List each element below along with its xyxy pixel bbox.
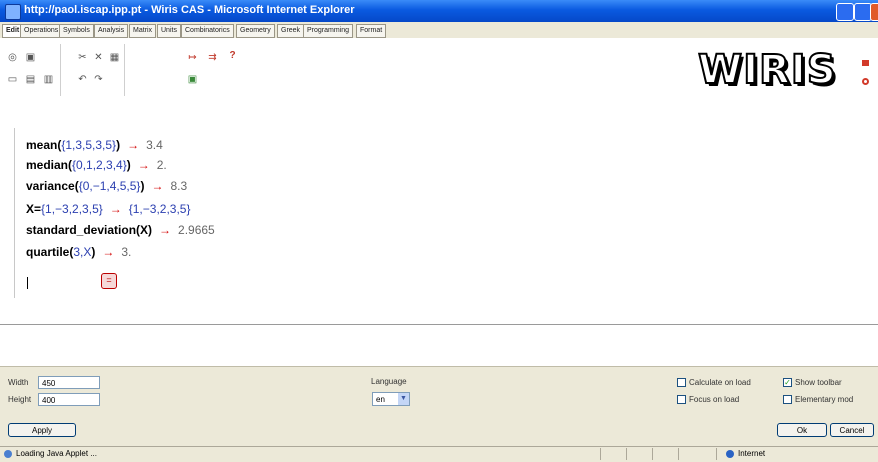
status-separator bbox=[600, 448, 601, 460]
expression-line[interactable]: X={1,−3,2,3,5} → {1,−3,2,3,5} bbox=[26, 200, 190, 218]
block-bracket bbox=[14, 128, 18, 298]
arrow-icon: → bbox=[159, 223, 172, 237]
expression-line[interactable]: median({0,1,2,3,4}) → 2. bbox=[26, 156, 167, 174]
ie-page-icon bbox=[4, 450, 12, 458]
chevron-down-icon: ▼ bbox=[398, 393, 409, 405]
tab-geometry[interactable]: Geometry bbox=[236, 24, 275, 38]
preview-icon[interactable]: ▥ bbox=[42, 74, 55, 86]
print-icon[interactable]: ▤ bbox=[24, 74, 37, 86]
tab-format[interactable]: Format bbox=[356, 24, 387, 38]
cut-icon[interactable]: ✂ bbox=[76, 52, 89, 64]
tab-matrix[interactable]: Matrix bbox=[129, 24, 157, 38]
globe-icon bbox=[726, 450, 734, 458]
calculate-button[interactable]: = bbox=[101, 273, 117, 289]
expression-line[interactable]: mean({1,3,5,3,5}) → 3.4 bbox=[26, 136, 163, 154]
tab-programming[interactable]: Programming bbox=[303, 24, 354, 38]
arrow-icon: → bbox=[102, 245, 115, 259]
expression-line[interactable]: variance({0,−1,4,5,5}) → 8.3 bbox=[26, 177, 187, 195]
save-icon[interactable]: ▣ bbox=[24, 52, 37, 64]
status-separator bbox=[652, 448, 653, 460]
width-label: Width bbox=[8, 378, 29, 387]
calculate-all-icon[interactable]: ⇉ bbox=[206, 52, 219, 64]
block-icon[interactable]: ▣ bbox=[186, 74, 199, 86]
toolbar-separator bbox=[60, 44, 61, 96]
arrow-icon: → bbox=[109, 202, 122, 216]
help-icon[interactable]: ? bbox=[226, 50, 239, 62]
tab-operations[interactable]: Operations bbox=[20, 24, 63, 38]
calculate-on-load-checkbox[interactable] bbox=[677, 378, 686, 387]
zone-text: Internet bbox=[738, 449, 766, 458]
status-text: Loading Java Applet ... bbox=[16, 449, 97, 458]
calculate-on-load-label: Calculate on load bbox=[689, 378, 751, 387]
show-toolbar-checkbox[interactable]: ✓ bbox=[783, 378, 792, 387]
height-label: Height bbox=[8, 395, 32, 404]
window-title: http://paol.iscap.ipp.pt - Wiris CAS - M… bbox=[24, 4, 355, 16]
tab-combinatorics[interactable]: Combinatorics bbox=[181, 24, 234, 38]
status-bar: Loading Java Applet ... Internet bbox=[0, 446, 878, 462]
status-separator bbox=[678, 448, 679, 460]
arrow-icon: → bbox=[127, 138, 140, 152]
result-value: 2. bbox=[156, 158, 167, 172]
arrow-icon: → bbox=[151, 179, 164, 193]
show-toolbar-label: Show toolbar bbox=[795, 378, 842, 387]
cancel-button[interactable]: Cancel bbox=[830, 423, 874, 437]
redo-icon[interactable]: ↷ bbox=[92, 74, 105, 86]
wiris-logo-mark bbox=[862, 60, 870, 86]
title-bar: http://paol.iscap.ipp.pt - Wiris CAS - M… bbox=[0, 0, 878, 22]
close-button[interactable] bbox=[870, 3, 878, 21]
result-value: 8.3 bbox=[170, 179, 188, 193]
language-label: Language bbox=[371, 377, 407, 386]
expression-line[interactable]: quartile(3,X) → 3. bbox=[26, 243, 131, 261]
language-select[interactable]: en ▼ bbox=[372, 392, 410, 406]
width-field[interactable]: 450 bbox=[38, 376, 100, 389]
tab-greek[interactable]: Greek bbox=[277, 24, 305, 38]
settings-panel: Width 450 Height 400 Language en ▼ Calcu… bbox=[0, 366, 878, 447]
undo-icon[interactable]: ↶ bbox=[76, 74, 89, 86]
arrow-icon: → bbox=[137, 158, 150, 172]
minimize-button[interactable] bbox=[836, 3, 854, 21]
result-value: {1,−3,2,3,5} bbox=[128, 202, 191, 216]
ok-button[interactable]: Ok bbox=[777, 423, 827, 437]
tab-symbols[interactable]: Symbols bbox=[59, 24, 94, 38]
status-separator bbox=[626, 448, 627, 460]
expression-line[interactable]: standard_deviation(X) → 2.9665 bbox=[26, 221, 215, 239]
wiris-logo: WIRIS bbox=[697, 47, 837, 93]
toolbar-separator bbox=[124, 44, 125, 96]
copy-icon[interactable]: ▦ bbox=[108, 52, 121, 64]
status-separator bbox=[716, 448, 717, 460]
text-cursor bbox=[27, 277, 28, 289]
ie-icon bbox=[5, 4, 21, 20]
elementary-mode-label: Elementary mod bbox=[795, 395, 854, 404]
calculate-icon[interactable]: ↦ bbox=[186, 52, 199, 64]
elementary-mode-checkbox[interactable] bbox=[783, 395, 792, 404]
empty-area bbox=[0, 324, 878, 367]
result-value: 2.9665 bbox=[178, 223, 215, 237]
delete-icon[interactable]: ✕ bbox=[92, 52, 105, 64]
tab-strip: Edit Operations Symbols Analysis Matrix … bbox=[0, 22, 878, 39]
worksheet[interactable]: mean({1,3,5,3,5}) → 3.4 median({0,1,2,3,4}… bbox=[0, 114, 878, 324]
focus-on-load-label: Focus on load bbox=[689, 395, 740, 404]
open-icon[interactable]: ▭ bbox=[6, 74, 19, 86]
new-icon[interactable]: ◎ bbox=[6, 52, 19, 64]
apply-button[interactable]: Apply bbox=[8, 423, 76, 437]
result-value: 3.4 bbox=[146, 138, 163, 152]
focus-on-load-checkbox[interactable] bbox=[677, 395, 686, 404]
tab-units[interactable]: Units bbox=[157, 24, 181, 38]
toolbar: ◎ ▭ ▣ ▤ ▥ ✂ ↶ ✕ ↷ ▦ ↦ ▣ ⇉ ? WIRIS bbox=[0, 38, 878, 115]
height-field[interactable]: 400 bbox=[38, 393, 100, 406]
tab-analysis[interactable]: Analysis bbox=[94, 24, 129, 38]
result-value: 3. bbox=[121, 245, 132, 259]
